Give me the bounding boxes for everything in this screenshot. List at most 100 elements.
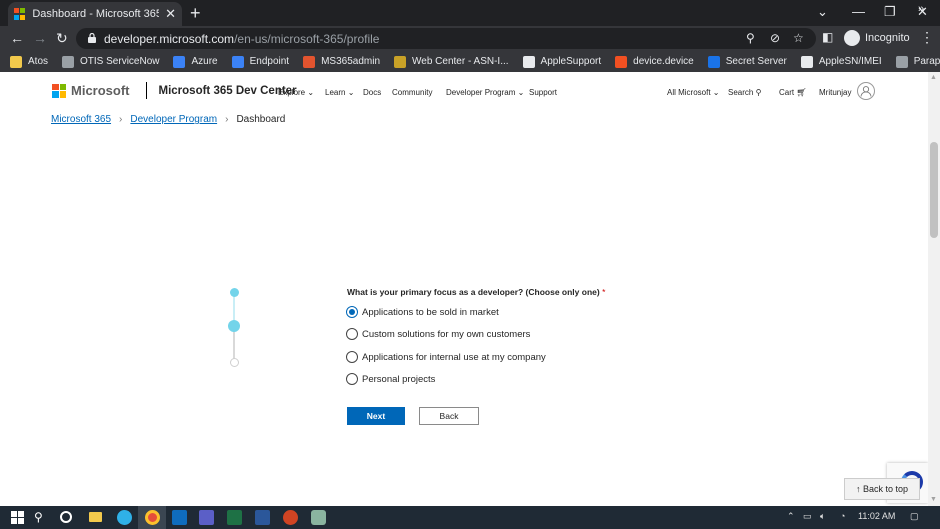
step-dot-2	[228, 320, 240, 332]
edge-icon[interactable]	[117, 510, 132, 525]
bookmark-item[interactable]: OTIS ServiceNow	[62, 55, 159, 68]
browser-menu-icon[interactable]: ⋮	[920, 29, 934, 46]
volume-icon[interactable]: 🔈︎	[820, 511, 825, 522]
azure-icon	[173, 55, 186, 68]
user-avatar-icon[interactable]	[857, 82, 875, 100]
servicenow-icon	[62, 55, 75, 68]
back-arrow-icon[interactable]: ←	[10, 30, 24, 46]
paraphraser-icon	[895, 55, 908, 68]
forward-arrow-icon[interactable]: →	[33, 30, 47, 46]
new-tab-icon[interactable]: +	[190, 3, 201, 24]
bookmark-label: MS365admin	[321, 56, 381, 67]
option-custom-solutions[interactable]: Custom solutions for my own customers	[346, 328, 530, 340]
cortana-icon[interactable]	[60, 511, 72, 523]
search-button[interactable]: Search ⚲	[728, 88, 761, 97]
cart-button[interactable]: Cart 🛒︎	[779, 88, 807, 97]
site-title[interactable]: Microsoft 365 Dev Center	[159, 85, 297, 97]
radio-selected-icon[interactable]	[346, 306, 358, 318]
notification-icon[interactable]: ▢	[910, 511, 919, 522]
user-name[interactable]: Mritunjay	[819, 88, 851, 97]
chrome-icon[interactable]	[145, 510, 160, 525]
back-button[interactable]: Back	[419, 407, 479, 425]
nav-explore-label: Explore	[278, 88, 306, 97]
bookmark-item[interactable]: AppleSN/IMEI	[800, 55, 882, 68]
back-to-top-button[interactable]: ↑ Back to top	[844, 478, 920, 500]
scrollbar-thumb[interactable]	[930, 142, 938, 238]
radio-icon[interactable]	[346, 373, 358, 385]
all-microsoft-menu[interactable]: All Microsoft ⌄	[667, 88, 720, 97]
word-icon[interactable]	[255, 510, 270, 525]
snipping-tool-icon[interactable]	[311, 510, 326, 525]
wifi-icon[interactable]: ◔	[840, 511, 845, 521]
windows-start-icon[interactable]	[11, 511, 24, 524]
option-label: Personal projects	[362, 373, 436, 385]
side-panel-icon[interactable]: ◧	[822, 30, 833, 44]
breadcrumb-microsoft-365[interactable]: Microsoft 365	[51, 114, 111, 125]
cart-icon: 🛒︎	[796, 88, 807, 97]
search-icon[interactable]: ⚲	[34, 510, 49, 525]
url-text: developer.microsoft.com/en-us/microsoft-…	[104, 32, 379, 46]
nav-community[interactable]: Community	[392, 88, 432, 97]
option-personal-projects[interactable]: Personal projects	[346, 373, 435, 385]
tracking-protection-icon[interactable]: ⊘	[770, 31, 780, 45]
minimize-icon[interactable]: —	[852, 4, 865, 19]
page-scrollbar[interactable]: ▲ ▼	[928, 72, 940, 506]
radio-icon[interactable]	[346, 351, 358, 363]
bookmark-item[interactable]: AppleSupport	[522, 55, 601, 68]
folder-icon	[10, 55, 22, 68]
bookmark-label: Azure	[191, 56, 218, 67]
nav-explore[interactable]: Explore ⌄	[278, 88, 314, 97]
option-internal-use[interactable]: Applications for internal use at my comp…	[346, 351, 546, 363]
nav-support[interactable]: Support	[529, 88, 557, 97]
tray-chevron-up-icon[interactable]: ⌃	[787, 511, 795, 522]
scroll-up-icon[interactable]: ▲	[930, 74, 937, 81]
file-explorer-icon[interactable]	[89, 512, 102, 522]
url-path: /en-us/microsoft-365/profile	[234, 32, 380, 46]
microsoft-wordmark[interactable]: Microsoft	[71, 83, 130, 98]
header-divider	[145, 82, 147, 99]
radio-icon[interactable]	[346, 328, 358, 340]
zoom-icon[interactable]: ⚲	[746, 31, 755, 45]
bookmark-item[interactable]: Secret Server	[707, 55, 787, 68]
powerpoint-icon[interactable]	[283, 510, 298, 525]
teams-icon[interactable]	[199, 510, 214, 525]
bookmark-item[interactable]: Web Center - ASN-I...	[394, 55, 509, 68]
next-button[interactable]: Next	[347, 407, 405, 425]
bookmarks-overflow-icon[interactable]: »	[918, 3, 924, 15]
incognito-indicator[interactable]: Incognito	[844, 30, 910, 46]
bookmark-label: Endpoint	[249, 56, 290, 67]
bookmark-item[interactable]: Paraphraser	[895, 55, 940, 68]
bookmark-item[interactable]: Atos	[10, 55, 48, 68]
address-bar[interactable]: developer.microsoft.com/en-us/microsoft-…	[76, 28, 816, 49]
nav-docs[interactable]: Docs	[363, 88, 381, 97]
nav-learn[interactable]: Learn ⌄	[325, 88, 354, 97]
bookmark-item[interactable]: Azure	[173, 55, 218, 68]
clock[interactable]: 11:02 AM	[858, 511, 895, 521]
cart-label: Cart	[779, 88, 795, 97]
battery-icon[interactable]: ▭	[803, 511, 812, 522]
bookmark-label: Secret Server	[725, 56, 787, 67]
bookmark-star-icon[interactable]: ☆	[793, 31, 804, 45]
microsoft-icon	[615, 55, 628, 68]
scroll-down-icon[interactable]: ▼	[930, 496, 937, 503]
option-label: Applications to be sold in market	[362, 306, 499, 318]
option-sold-in-market[interactable]: Applications to be sold in market	[346, 306, 499, 318]
nav-developer-program[interactable]: Developer Program ⌄	[446, 88, 524, 97]
browser-tab[interactable]: Dashboard - Microsoft 365 Dev C ✕	[8, 2, 182, 26]
nav-learn-label: Learn	[325, 88, 346, 97]
microsoft-logo-icon[interactable]	[52, 83, 66, 98]
breadcrumb-developer-program[interactable]: Developer Program	[130, 114, 217, 125]
bookmark-item[interactable]: device.device	[615, 55, 694, 68]
excel-icon[interactable]	[227, 510, 242, 525]
tab-close-icon[interactable]: ✕	[165, 6, 176, 22]
tab-title: Dashboard - Microsoft 365 Dev C	[32, 8, 160, 20]
reload-icon[interactable]: ↻	[56, 30, 68, 47]
bookmark-item[interactable]: Endpoint	[231, 55, 290, 68]
restore-icon[interactable]: ❐	[884, 4, 896, 20]
tab-search-icon[interactable]: ⌄	[817, 4, 828, 20]
breadcrumb: Microsoft 365 › Developer Program › Dash…	[51, 114, 285, 125]
outlook-icon[interactable]	[172, 510, 187, 525]
bookmark-item[interactable]: MS365admin	[303, 55, 381, 68]
browser-title-bar: Dashboard - Microsoft 365 Dev C ✕ + ⌄ — …	[0, 0, 940, 26]
windows-taskbar: ⚲ ⌃ ▭ 🔈︎ ◔ 11:02 AM ▢	[0, 506, 940, 529]
